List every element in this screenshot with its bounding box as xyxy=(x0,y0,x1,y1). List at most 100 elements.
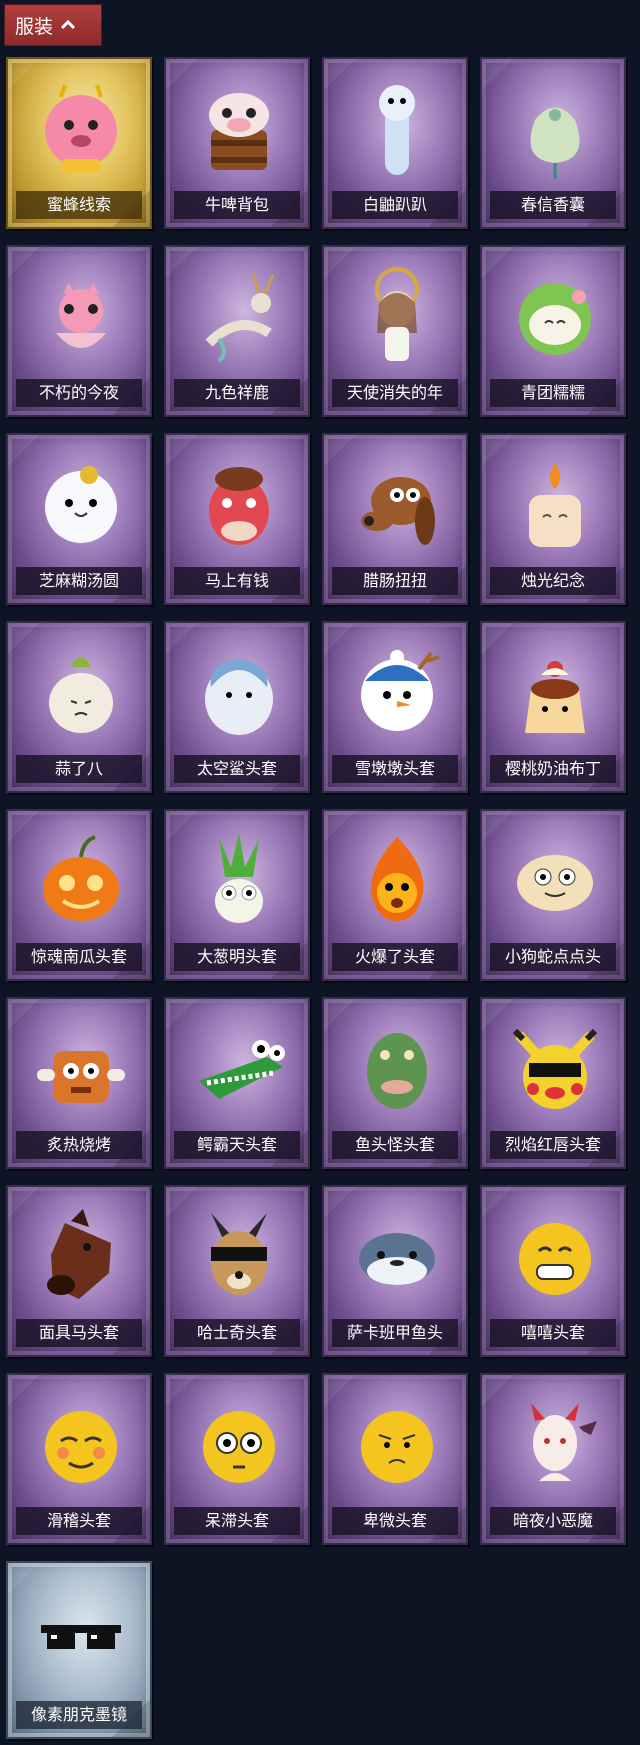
costume-name-label: 萨卡班甲鱼头 xyxy=(332,1319,458,1347)
costume-card[interactable]: 像素朋克墨镜 xyxy=(6,1561,152,1739)
costume-card[interactable]: 暗夜小恶魔 xyxy=(480,1373,626,1545)
costume-name-label: 呆滞头套 xyxy=(174,1507,300,1535)
white-weasel-plush-icon xyxy=(347,75,447,179)
fish-head-icon xyxy=(347,1015,447,1119)
costume-card[interactable]: 雪墩墩头套 xyxy=(322,621,468,793)
costume-card[interactable]: 烛光纪念 xyxy=(480,433,626,605)
costume-name-label: 烈焰红唇头套 xyxy=(490,1131,616,1159)
costume-name-label: 不朽的今夜 xyxy=(16,379,142,407)
horse-mask-icon xyxy=(31,1203,131,1307)
costume-name-label: 哈士奇头套 xyxy=(174,1319,300,1347)
costume-name-label: 春信香囊 xyxy=(490,191,616,219)
grilled-meat-head-icon xyxy=(31,1015,131,1119)
costume-grid: 蜜蜂线索 牛啤背包 白鼬趴趴 春信香囊不朽的今夜 九色祥鹿 天使消失的年 青团糯糯芝麻糊汤圆… xyxy=(6,57,626,1739)
husky-sunglasses-head-icon xyxy=(189,1203,289,1307)
category-label: 服装 xyxy=(15,15,54,38)
yellow-mouse-sunglasses-head-icon xyxy=(505,1015,605,1119)
grinning-emoji-head-icon xyxy=(505,1203,605,1307)
little-devil-head-icon xyxy=(505,1391,605,1495)
costume-name-label: 天使消失的年 xyxy=(332,379,458,407)
costume-name-label: 炙热烧烤 xyxy=(16,1131,142,1159)
pumpkin-head-icon xyxy=(31,827,131,931)
costume-name-label: 樱桃奶油布丁 xyxy=(490,755,616,783)
costume-name-label: 九色祥鹿 xyxy=(174,379,300,407)
costume-card[interactable]: 蒜了八 xyxy=(6,621,152,793)
costume-card[interactable]: 哈士奇头套 xyxy=(164,1185,310,1357)
costume-card[interactable]: 烈焰红唇头套 xyxy=(480,997,626,1169)
costume-card[interactable]: 九色祥鹿 xyxy=(164,245,310,417)
pixel-sunglasses-icon xyxy=(31,1579,131,1683)
costume-card[interactable]: 火爆了头套 xyxy=(322,809,468,981)
costume-name-label: 太空鲨头套 xyxy=(174,755,300,783)
costume-name-label: 腊肠扭扭 xyxy=(332,567,458,595)
dachshund-head-icon xyxy=(347,451,447,555)
costume-name-label: 面具马头套 xyxy=(16,1319,142,1347)
costume-card[interactable]: 芝麻糊汤圆 xyxy=(6,433,152,605)
costume-card[interactable]: 白鼬趴趴 xyxy=(322,57,468,229)
costume-name-label: 蒜了八 xyxy=(16,755,142,783)
humble-emoji-head-icon xyxy=(347,1391,447,1495)
costume-card[interactable]: 腊肠扭扭 xyxy=(322,433,468,605)
deer-charm-icon xyxy=(189,263,289,367)
costume-card[interactable]: 鱼头怪头套 xyxy=(322,997,468,1169)
costume-card[interactable]: 大葱明头套 xyxy=(164,809,310,981)
costume-card[interactable]: 太空鲨头套 xyxy=(164,621,310,793)
costume-name-label: 暗夜小恶魔 xyxy=(490,1507,616,1535)
costume-card[interactable]: 樱桃奶油布丁 xyxy=(480,621,626,793)
costume-name-label: 雪墩墩头套 xyxy=(332,755,458,783)
costume-name-label: 马上有钱 xyxy=(174,567,300,595)
angel-doll-icon xyxy=(347,263,447,367)
costume-card[interactable]: 春信香囊 xyxy=(480,57,626,229)
costume-card[interactable]: 鳄霸天头套 xyxy=(164,997,310,1169)
green-rice-ball-icon xyxy=(505,263,605,367)
costume-name-label: 烛光纪念 xyxy=(490,567,616,595)
crocodile-head-icon xyxy=(189,1015,289,1119)
costume-card[interactable]: 马上有钱 xyxy=(164,433,310,605)
cow-beer-barrel-icon xyxy=(189,75,289,179)
costume-name-label: 火爆了头套 xyxy=(332,943,458,971)
costume-card[interactable]: 青团糯糯 xyxy=(480,245,626,417)
bee-costume-plush-icon xyxy=(31,75,131,179)
space-shark-head-icon xyxy=(189,639,289,743)
pink-fox-bowl-icon xyxy=(31,263,131,367)
costume-card[interactable]: 卑微头套 xyxy=(322,1373,468,1545)
costume-name-label: 像素朋克墨镜 xyxy=(16,1701,142,1729)
costume-card[interactable]: 蜜蜂线索 xyxy=(6,57,152,229)
costume-card[interactable]: 呆滞头套 xyxy=(164,1373,310,1545)
costume-name-label: 大葱明头套 xyxy=(174,943,300,971)
dazed-emoji-head-icon xyxy=(189,1391,289,1495)
costume-name-label: 蜜蜂线索 xyxy=(16,191,142,219)
sachet-pouch-icon xyxy=(505,75,605,179)
costume-name-label: 卑微头套 xyxy=(332,1507,458,1535)
red-horse-head-icon xyxy=(189,451,289,555)
costume-name-label: 滑稽头套 xyxy=(16,1507,142,1535)
costume-name-label: 嘻嘻头套 xyxy=(490,1319,616,1347)
costume-card[interactable]: 惊魂南瓜头套 xyxy=(6,809,152,981)
costume-card[interactable]: 不朽的今夜 xyxy=(6,245,152,417)
costume-name-label: 惊魂南瓜头套 xyxy=(16,943,142,971)
costume-card[interactable]: 小狗蛇点点头 xyxy=(480,809,626,981)
costume-name-label: 青团糯糯 xyxy=(490,379,616,407)
costume-card[interactable]: 萨卡班甲鱼头 xyxy=(322,1185,468,1357)
costume-card[interactable]: 天使消失的年 xyxy=(322,245,468,417)
candle-head-icon xyxy=(505,451,605,555)
pudding-head-icon xyxy=(505,639,605,743)
costume-name-label: 白鼬趴趴 xyxy=(332,191,458,219)
sacabambaspis-head-icon xyxy=(347,1203,447,1307)
costume-name-label: 鱼头怪头套 xyxy=(332,1131,458,1159)
scallion-head-icon xyxy=(189,827,289,931)
costume-card[interactable]: 牛啤背包 xyxy=(164,57,310,229)
costume-card[interactable]: 滑稽头套 xyxy=(6,1373,152,1545)
costume-card[interactable]: 面具马头套 xyxy=(6,1185,152,1357)
snowman-head-icon xyxy=(347,639,447,743)
chevron-up-icon xyxy=(61,18,76,32)
costume-name-label: 牛啤背包 xyxy=(174,191,300,219)
costume-name-label: 小狗蛇点点头 xyxy=(490,943,616,971)
costume-name-label: 鳄霸天头套 xyxy=(174,1131,300,1159)
costume-name-label: 芝麻糊汤圆 xyxy=(16,567,142,595)
costume-category-toggle[interactable]: 服装 xyxy=(4,4,102,46)
costume-card[interactable]: 嘻嘻头套 xyxy=(480,1185,626,1357)
costume-card[interactable]: 炙热烧烤 xyxy=(6,997,152,1169)
dog-snake-head-icon xyxy=(505,827,605,931)
funny-emoji-head-icon xyxy=(31,1391,131,1495)
